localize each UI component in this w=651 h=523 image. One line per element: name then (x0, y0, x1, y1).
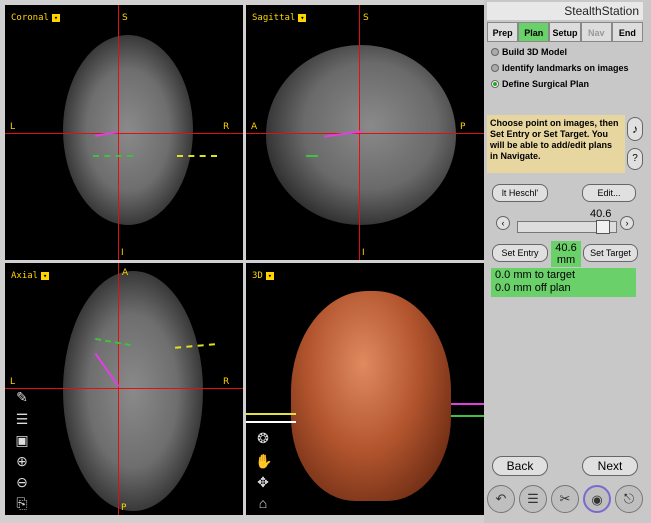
option-identify-landmarks[interactable]: Identify landmarks on images (491, 63, 629, 73)
slider-thumb[interactable] (596, 220, 610, 234)
crosshair-vertical (118, 5, 119, 260)
orientation-left: A (251, 122, 258, 132)
orientation-bottom: I (121, 248, 124, 258)
slider-increment-button[interactable]: › (620, 216, 634, 230)
list-icon[interactable]: ☰ (14, 411, 30, 427)
trajectory-lines-left (246, 413, 296, 423)
screen-capture-icon[interactable]: ▣ (14, 432, 30, 448)
app-title: StealthStation (487, 2, 643, 20)
sagittal-view-label[interactable]: Sagittal ▾ (252, 13, 307, 23)
tab-nav[interactable]: Nav (580, 22, 612, 42)
orientation-top: A (122, 268, 129, 278)
distance-slider[interactable] (517, 220, 617, 234)
coronal-brain-image (63, 35, 193, 225)
view-dropdown-icon[interactable]: ▾ (41, 272, 50, 280)
tab-end[interactable]: End (611, 22, 644, 42)
workflow-tabs: Prep Plan Setup Nav End (487, 22, 644, 42)
orientation-top: S (363, 13, 369, 23)
trajectory-lines-right (451, 403, 484, 417)
export-icon[interactable]: ⎘ (14, 495, 30, 511)
set-entry-button[interactable]: Set Entry (492, 244, 548, 262)
tab-prep[interactable]: Prep (487, 22, 519, 42)
help-icon[interactable]: ? (627, 148, 643, 170)
radio-selected-icon (491, 80, 499, 88)
set-target-button[interactable]: Set Target (583, 244, 638, 262)
radio-icon (491, 48, 499, 56)
home-icon[interactable]: ⌂ (255, 495, 271, 511)
slider-decrement-button[interactable]: ‹ (496, 216, 510, 230)
axial-view-label[interactable]: Axial ▾ (11, 271, 50, 281)
3d-view-label[interactable]: 3D ▾ (252, 271, 274, 281)
instruction-text: Choose point on images, then Set Entry o… (487, 115, 625, 173)
paperclip-icon[interactable]: ✎ (14, 389, 30, 405)
edit-button[interactable]: Edit... (582, 184, 636, 202)
hand-icon[interactable]: ✋ (255, 453, 272, 469)
undo-icon[interactable]: ↶ (487, 485, 515, 513)
tab-plan[interactable]: Plan (518, 22, 550, 42)
sagittal-brain-image (266, 45, 456, 225)
landmark-dashes-green (306, 155, 318, 157)
orientation-left: L (10, 122, 16, 132)
crosshair-vertical (118, 263, 119, 515)
orientation-right: P (460, 122, 466, 132)
option-build-3d-model[interactable]: Build 3D Model (491, 47, 567, 57)
exit-icon[interactable]: ⎋ (615, 485, 643, 513)
zoom-in-icon[interactable]: ⊕ (14, 453, 30, 469)
tools-icon[interactable]: ✂ (551, 485, 579, 513)
status-readout: 0.0 mm to target 0.0 mm off plan (491, 268, 636, 297)
landmark-dashes-green (93, 155, 133, 157)
tab-setup[interactable]: Setup (549, 22, 581, 42)
radio-icon (491, 64, 499, 72)
crosshair-horizontal (5, 133, 243, 134)
axial-viewport[interactable]: Axial ▾ A P L R ✎ ☰ ▣ ⊕ ⊖ ⎘ (5, 263, 243, 515)
depth-readout: 40.6 mm (551, 241, 581, 267)
3d-viewport[interactable]: 3D ▾ ❂ ✋ ✥ ⌂ (246, 263, 484, 515)
zoom-out-icon[interactable]: ⊖ (14, 474, 30, 490)
landmark-dashes-yellow (177, 155, 217, 157)
crosshair-horizontal (246, 133, 484, 134)
next-button[interactable]: Next (582, 456, 638, 476)
orientation-right: R (223, 122, 230, 132)
camera-icon[interactable]: ◉ (583, 485, 611, 513)
orientation-bottom: P (121, 503, 127, 513)
music-note-icon[interactable]: ♪ (627, 117, 643, 141)
back-button[interactable]: Back (492, 456, 548, 476)
coronal-viewport[interactable]: Coronal ▾ S I L R (5, 5, 243, 260)
brain-icon[interactable]: ❂ (255, 430, 271, 446)
move-icon[interactable]: ✥ (255, 474, 271, 490)
orientation-top: S (122, 13, 128, 23)
coronal-view-label[interactable]: Coronal ▾ (11, 13, 60, 23)
orientation-left: L (10, 377, 16, 387)
view-dropdown-icon[interactable]: ▾ (265, 272, 274, 280)
orientation-right: R (223, 377, 230, 387)
option-define-surgical-plan[interactable]: Define Surgical Plan (491, 79, 589, 89)
axial-brain-image (63, 271, 203, 511)
3d-head-model (291, 291, 451, 501)
view-dropdown-icon[interactable]: ▾ (298, 14, 307, 22)
orientation-bottom: I (362, 248, 365, 258)
checklist-icon[interactable]: ☰ (519, 485, 547, 513)
plan-name-button[interactable]: lt Heschl' (492, 184, 548, 202)
crosshair-horizontal (5, 388, 243, 389)
slider-value: 40.6 (590, 208, 612, 220)
sagittal-viewport[interactable]: Sagittal ▾ S I A P (246, 5, 484, 260)
view-dropdown-icon[interactable]: ▾ (51, 14, 60, 22)
